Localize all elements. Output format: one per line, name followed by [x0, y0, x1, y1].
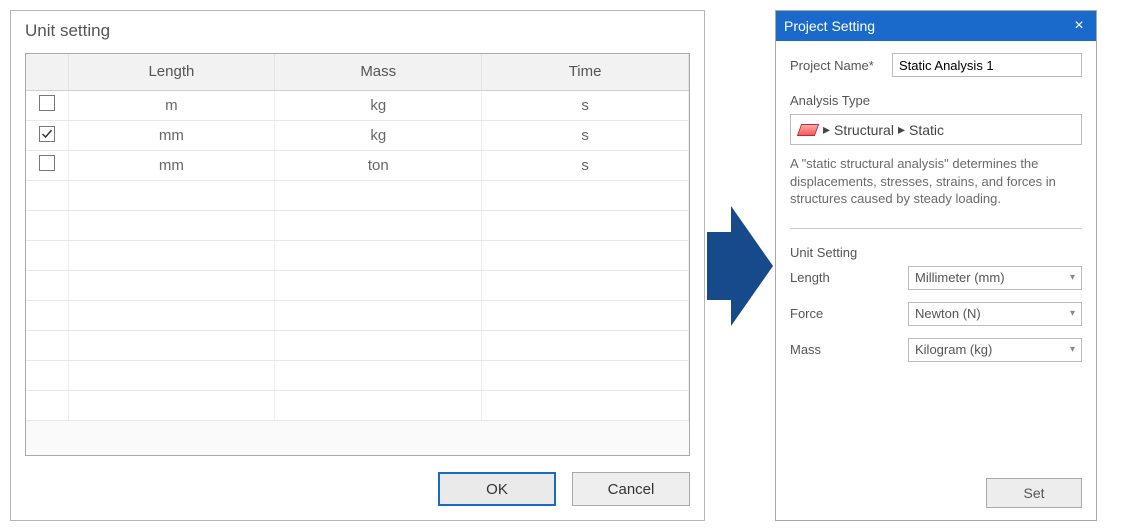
mass-select[interactable]: Kilogram (kg) ▾ [908, 338, 1082, 362]
unit-header-mass: Mass [275, 54, 482, 90]
project-name-input[interactable] [892, 53, 1082, 77]
table-row[interactable]: mm kg s [26, 120, 689, 150]
unit-table: Length Mass Time m kg s [26, 54, 689, 421]
analysis-type-label: Analysis Type [790, 93, 1082, 108]
project-name-label: Project Name* [790, 58, 882, 73]
cell-time: s [482, 150, 689, 180]
cell-mass: ton [275, 150, 482, 180]
set-button[interactable]: Set [986, 478, 1082, 508]
cell-length: mm [68, 120, 275, 150]
cell-mass: kg [275, 90, 482, 120]
length-value: Millimeter (mm) [915, 270, 1005, 285]
table-row[interactable]: mm ton s [26, 150, 689, 180]
breadcrumb-sep: ▸ [823, 121, 830, 138]
project-setting-panel: Project Setting × Project Name* Analysis… [775, 10, 1097, 521]
unit-row-checkbox[interactable] [39, 155, 55, 171]
length-label: Length [790, 270, 898, 285]
unit-header-time: Time [482, 54, 689, 90]
mass-label: Mass [790, 342, 898, 357]
cell-time: s [482, 120, 689, 150]
close-icon[interactable]: × [1070, 17, 1088, 35]
arrow-icon [705, 10, 775, 521]
divider [790, 228, 1082, 229]
unit-row-checkbox[interactable] [39, 95, 55, 111]
mass-value: Kilogram (kg) [915, 342, 992, 357]
length-select[interactable]: Millimeter (mm) ▾ [908, 266, 1082, 290]
cell-mass: kg [275, 120, 482, 150]
table-row[interactable]: m kg s [26, 90, 689, 120]
project-titlebar: Project Setting × [776, 11, 1096, 41]
ok-button[interactable]: OK [438, 472, 556, 506]
unit-header-length: Length [68, 54, 275, 90]
breadcrumb-level2: Static [909, 122, 944, 138]
breadcrumb-level1: Structural [834, 122, 894, 138]
analysis-type-icon [797, 124, 819, 136]
unit-setting-section-label: Unit Setting [790, 245, 1082, 260]
cell-length: mm [68, 150, 275, 180]
cell-time: s [482, 90, 689, 120]
chevron-down-icon: ▾ [1070, 344, 1075, 355]
force-select[interactable]: Newton (N) ▾ [908, 302, 1082, 326]
analysis-description: A "static structural analysis" determine… [790, 155, 1082, 208]
breadcrumb-sep: ▸ [898, 121, 905, 138]
cancel-button[interactable]: Cancel [572, 472, 690, 506]
cell-length: m [68, 90, 275, 120]
unit-header-check [26, 54, 68, 90]
unit-setting-dialog: Unit setting Length Mass Time [10, 10, 705, 521]
chevron-down-icon: ▾ [1070, 308, 1075, 319]
force-label: Force [790, 306, 898, 321]
chevron-down-icon: ▾ [1070, 272, 1075, 283]
unit-row-checkbox[interactable] [39, 126, 55, 142]
analysis-type-selector[interactable]: ▸ Structural ▸ Static [790, 114, 1082, 145]
force-value: Newton (N) [915, 306, 981, 321]
unit-setting-title: Unit setting [25, 21, 690, 41]
project-title: Project Setting [784, 18, 875, 34]
unit-table-wrap: Length Mass Time m kg s [25, 53, 690, 456]
